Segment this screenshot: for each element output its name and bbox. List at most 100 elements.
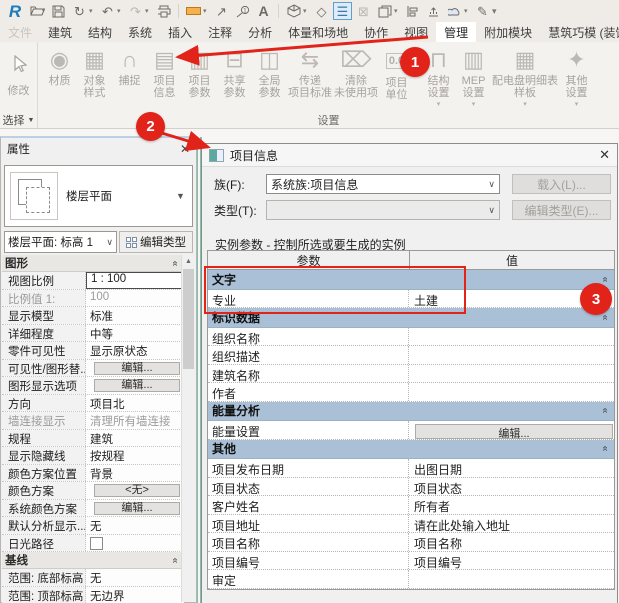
align-icon[interactable] [403,2,422,20]
edit-pencil-icon[interactable]: ✎ [473,2,492,20]
sync-dropdown[interactable]: ▾ [89,7,96,15]
edit-button[interactable]: 编辑... [93,379,181,392]
parameter-value[interactable] [409,365,614,383]
edit-button[interactable]: 编辑... [93,361,181,375]
instance-combo[interactable]: 楼层平面: 标高 1 ∨ [4,231,117,253]
group-header[interactable]: 其他 « [208,439,614,459]
section-header[interactable]: 基线 « [2,552,184,569]
additional-settings-button[interactable]: ✦ 其他 设置 ▾ [559,44,594,112]
move-icon[interactable] [424,2,443,20]
modify-cursor-icon[interactable] [11,42,27,82]
tab-11[interactable]: 附加模块 [476,22,540,42]
text-icon[interactable]: A [254,2,273,20]
property-value[interactable]: 清理所有墙连接 [86,412,184,429]
revision-cloud-icon[interactable] [445,2,464,20]
family-combo[interactable]: 系统族:项目信息 ∨ [266,174,500,194]
scroll-up-icon[interactable]: ▲ [182,255,195,268]
mep-settings-button[interactable]: ▥ MEP 设置 ▾ [456,44,491,112]
default-3d-view-icon[interactable] [284,2,303,20]
property-value[interactable]: 中等 [86,325,184,342]
group-header[interactable]: 标识数据 « [208,308,614,328]
property-value[interactable]: 建筑 [86,430,184,447]
tab-12[interactable]: 慧筑巧模 (装饰) [540,22,619,42]
parameter-value[interactable]: 编辑... [409,421,614,439]
revision-cloud-dropdown[interactable]: ▾ [464,7,471,15]
redo-dropdown[interactable]: ▾ [145,7,152,15]
property-value[interactable]: 显示原状态 [86,342,184,359]
purge-unused-button[interactable]: ⌦ 清除 未使用项 [333,44,379,100]
select-dropdown[interactable]: 选择 ▼ [0,112,37,128]
transfer-project-standards-button[interactable]: ⇆ 传递 项目标准 [287,44,333,100]
property-value[interactable]: 按规程 [86,447,184,464]
project-information-button[interactable]: ▤ 项目 信息 [147,44,182,100]
tab-6[interactable]: 分析 [240,22,280,42]
parameter-value[interactable]: 所有者 [409,496,614,514]
edit-button[interactable]: 编辑... [93,501,181,515]
material-button[interactable]: ◉ 材质 [42,44,77,88]
parameter-value[interactable] [409,328,614,346]
properties-scrollbar[interactable]: ▲ [181,255,195,602]
property-value[interactable]: <无> [86,482,184,499]
tab-9[interactable]: 视图 [396,22,436,42]
scrollbar-thumb[interactable] [183,269,194,369]
parameter-value[interactable] [409,570,614,588]
parameter-value[interactable]: 项目状态 [409,478,614,496]
close-hidden-windows-icon[interactable]: ⊠ [354,2,373,20]
undo-dropdown[interactable]: ▾ [117,7,124,15]
property-value[interactable]: 编辑... [86,500,184,517]
property-value[interactable]: 背景 [86,465,184,482]
group-header[interactable]: 文字 « [208,270,614,290]
property-value[interactable]: 项目北 [86,395,184,412]
edit-type-button[interactable]: 编辑类型 [119,231,193,253]
edit-button[interactable]: 编辑... [415,424,613,439]
type-selector-dropdown-icon[interactable]: ▼ [176,191,192,201]
property-value[interactable]: 编辑... [86,377,184,394]
group-header[interactable]: 能量分析 « [208,401,614,421]
section-icon[interactable]: ◇ [312,2,331,20]
property-value[interactable]: 100 [86,290,184,307]
property-value[interactable]: 编辑... [86,360,184,377]
dialog-titlebar[interactable]: 项目信息 ✕ [202,144,617,167]
panel-schedule-templates-button[interactable]: ▦ 配电盘明细表 样板 ▾ [491,44,559,112]
tab-5[interactable]: 注释 [200,22,240,42]
tab-1[interactable]: 建筑 [40,22,80,42]
dialog-close-icon[interactable]: ✕ [599,147,610,163]
open-file-icon[interactable] [28,2,47,20]
modify-button-label[interactable]: 修改 [8,82,30,98]
object-styles-button[interactable]: ▦ 对象 样式 [77,44,112,100]
revit-logo-icon[interactable]: R [4,2,26,20]
tab-3[interactable]: 系统 [120,22,160,42]
property-value[interactable]: 1 : 100 [86,272,184,289]
type-combo[interactable]: ∨ [266,200,500,220]
tab-4[interactable]: 插入 [160,22,200,42]
parameter-value[interactable] [409,346,614,364]
section-header[interactable]: 图形 « [2,255,184,272]
switch-windows-dropdown[interactable]: ▾ [394,7,401,15]
property-value[interactable]: 无边界 [86,587,184,603]
switch-windows-icon[interactable] [375,2,394,20]
tab-8[interactable]: 协作 [356,22,396,42]
thin-lines-icon[interactable]: ☰ [333,2,352,20]
property-value[interactable]: 标准 [86,307,184,324]
measure-dropdown[interactable]: ▾ [203,7,210,15]
tab-2[interactable]: 结构 [80,22,120,42]
properties-close-icon[interactable]: ✕ [180,142,190,156]
parameter-value[interactable]: 项目名称 [409,533,614,551]
edit-type-button[interactable]: 编辑类型(E)... [512,200,611,220]
sync-with-central-icon[interactable]: ↻ [70,2,89,20]
parameter-value[interactable] [409,383,614,401]
type-selector[interactable]: 楼层平面 ▼ [4,165,193,227]
property-value[interactable] [86,535,184,552]
parameter-value[interactable]: 项目编号 [409,552,614,570]
load-button[interactable]: 载入(L)... [512,174,611,194]
measure-icon[interactable] [184,2,203,20]
global-parameters-button[interactable]: ◫ 全局 参数 [252,44,287,100]
property-value[interactable]: 无 [86,569,184,586]
tab-10[interactable]: 管理 [436,22,477,42]
customize-toolbar-icon[interactable]: ▾ [492,6,499,17]
edit-button[interactable]: <无> [93,484,181,497]
snaps-button[interactable]: ∩ 捕捉 [112,44,147,88]
aligned-dimension-icon[interactable]: ↗ [212,2,231,20]
tab-7[interactable]: 体量和场地 [280,22,356,42]
property-value[interactable]: 无 [86,517,184,534]
